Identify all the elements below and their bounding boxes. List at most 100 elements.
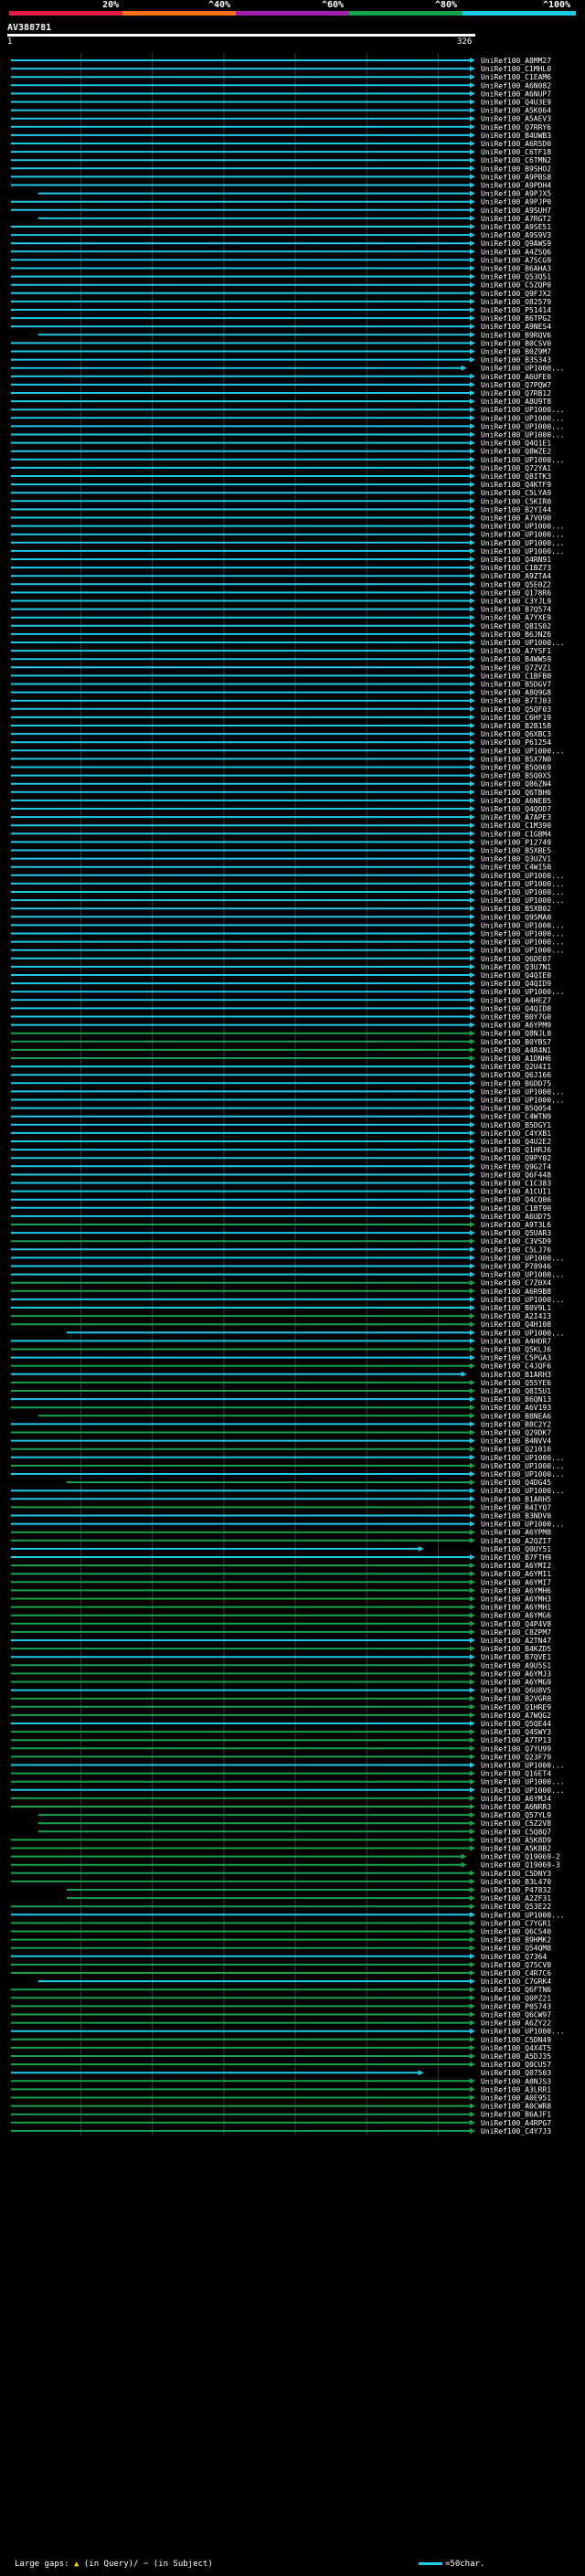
hit-name-link[interactable]: UniRef100_Q0CU57 (481, 2061, 551, 2069)
hit-name-link[interactable]: UniRef100_A6YMI1 (481, 1570, 551, 1578)
hit-name-link[interactable]: UniRef100_B8C2Y2 (481, 1420, 551, 1428)
hit-name-link[interactable]: UniRef100_A1DNH6 (481, 1055, 551, 1063)
hit-name-link[interactable]: UniRef100_Q23F79 (481, 1753, 551, 1761)
hit-name-link[interactable]: UniRef100_Q6XBC3 (481, 730, 551, 738)
hit-name-link[interactable]: UniRef100_C5Q8Q7 (481, 1828, 551, 1836)
hit-name-link[interactable]: UniRef100_B4KZD5 (481, 1645, 551, 1653)
hit-name-link[interactable]: UniRef100_Q9PY02 (481, 1154, 551, 1162)
hit-name-link[interactable]: UniRef100_A9ZTA4 (481, 572, 551, 580)
hit-name-link[interactable]: UniRef100_Q16ET4 (481, 1770, 551, 1778)
hit-name-link[interactable]: UniRef100_B4NVV4 (481, 1437, 551, 1446)
hit-name-link[interactable]: UniRef100_A9S9V3 (481, 231, 551, 239)
hit-name-link[interactable]: UniRef100_C4YXB1 (481, 1129, 551, 1138)
hit-name-link[interactable]: UniRef100_B9SHO2 (481, 164, 551, 173)
hit-name-link[interactable]: UniRef100_C7Z0X4 (481, 1279, 551, 1288)
hit-name-link[interactable]: UniRef100_C6TF18 (481, 148, 551, 156)
hit-name-link[interactable]: UniRef100_UP1000... (481, 1254, 565, 1262)
hit-name-link[interactable]: UniRef100_Q86ZN4 (481, 780, 551, 789)
hit-name-link[interactable]: UniRef100_A2TN47 (481, 1637, 551, 1645)
hit-name-link[interactable]: UniRef100_Q7PQW7 (481, 381, 551, 389)
hit-name-link[interactable]: UniRef100_UP1000... (481, 1487, 565, 1495)
hit-name-link[interactable]: UniRef100_Q4CQ06 (481, 1196, 551, 1204)
hit-name-link[interactable]: UniRef100_A5K064 (481, 107, 551, 115)
hit-name-link[interactable]: UniRef100_UP1000... (481, 1462, 565, 1470)
hit-name-link[interactable]: UniRef100_Q8WZE2 (481, 448, 551, 456)
hit-name-link[interactable]: UniRef100_A6YMI7 (481, 1578, 551, 1586)
hit-name-link[interactable]: UniRef100_C4JQF6 (481, 1362, 551, 1371)
hit-name-link[interactable]: UniRef100_Q7364 (481, 1953, 547, 1961)
hit-name-link[interactable]: UniRef100_UP1000... (481, 1329, 565, 1337)
hit-name-link[interactable]: UniRef100_B9RQV6 (481, 331, 551, 339)
hit-name-link[interactable]: UniRef100_Q95MA0 (481, 913, 551, 921)
hit-name-link[interactable]: UniRef100_A8Q9G8 (481, 689, 551, 697)
hit-name-link[interactable]: UniRef100_UP1000... (481, 1087, 565, 1096)
hit-name-link[interactable]: UniRef100_B5DGY1 (481, 1121, 551, 1129)
hit-name-link[interactable]: UniRef100_B2YI44 (481, 505, 551, 514)
hit-name-link[interactable]: UniRef100_C4R7C6 (481, 1969, 551, 1977)
hit-name-link[interactable]: UniRef100_Q4U3E9 (481, 99, 551, 107)
hit-name-link[interactable]: UniRef100_Q6CW97 (481, 2011, 551, 2019)
hit-name-link[interactable]: UniRef100_Q19069-2 (481, 1853, 560, 1861)
hit-name-link[interactable]: UniRef100_Q6C540 (481, 1928, 551, 1936)
hit-name-link[interactable]: UniRef100_Q6J166 (481, 1071, 551, 1079)
hit-name-link[interactable]: UniRef100_A5K8B2 (481, 1845, 551, 1853)
hit-name-link[interactable]: UniRef100_UP1000... (481, 872, 565, 880)
hit-name-link[interactable]: UniRef100_B7Q574 (481, 606, 551, 614)
hit-name-link[interactable]: UniRef100_Q4P4V8 (481, 1620, 551, 1628)
hit-name-link[interactable]: UniRef100_A6R9B8 (481, 1288, 551, 1296)
hit-name-link[interactable]: UniRef100_Q2U4I1 (481, 1063, 551, 1071)
hit-name-link[interactable]: UniRef100_A7SCG9 (481, 256, 551, 264)
hit-name-link[interactable]: UniRef100_Q4DG45 (481, 1479, 551, 1487)
hit-name-link[interactable]: UniRef100_A6NRR3 (481, 1803, 551, 1811)
hit-name-link[interactable]: UniRef100_A6YMG6 (481, 1612, 551, 1620)
hit-name-link[interactable]: UniRef100_B5X7N0 (481, 755, 551, 763)
hit-name-link[interactable]: UniRef100_C3VSD9 (481, 1237, 551, 1246)
hit-name-link[interactable]: UniRef100_Q55YE6 (481, 1379, 551, 1387)
hit-name-link[interactable]: UniRef100_A7RGT2 (481, 215, 551, 223)
hit-name-link[interactable]: UniRef100_B0YBS7 (481, 1038, 551, 1046)
hit-name-link[interactable]: UniRef100_UP1000... (481, 988, 565, 996)
hit-name-link[interactable]: UniRef100_C1MHL0 (481, 65, 551, 73)
hit-name-link[interactable]: UniRef100_A6R5D0 (481, 140, 551, 148)
hit-name-link[interactable]: UniRef100_Q7RRY6 (481, 123, 551, 132)
hit-name-link[interactable]: UniRef100_Q53E22 (481, 1903, 551, 1911)
hit-name-link[interactable]: UniRef100_C1EAM6 (481, 73, 551, 81)
hit-name-link[interactable]: UniRef100_Q5QE44 (481, 1720, 551, 1728)
hit-name-link[interactable]: UniRef100_Q6DE07 (481, 955, 551, 963)
hit-name-link[interactable]: UniRef100_A7YSF1 (481, 647, 551, 655)
hit-name-link[interactable]: UniRef100_A5K8D9 (481, 1836, 551, 1844)
hit-name-link[interactable]: UniRef100_Q4QOD7 (481, 805, 551, 813)
hit-name-link[interactable]: UniRef100_Q9G2T4 (481, 1162, 551, 1171)
hit-name-link[interactable]: UniRef100_Q07503 (481, 2069, 551, 2077)
hit-name-link[interactable]: UniRef100_UP1000... (481, 747, 565, 755)
hit-name-link[interactable]: UniRef100_B5Q069 (481, 764, 551, 772)
hit-name-link[interactable]: UniRef100_C7GRK4 (481, 1977, 551, 1986)
hit-name-link[interactable]: UniRef100_B5XBE5 (481, 847, 551, 855)
hit-name-link[interactable]: UniRef100_A6YMG9 (481, 1679, 551, 1687)
hit-name-link[interactable]: UniRef100_Q8I5U1 (481, 1387, 551, 1395)
hit-name-link[interactable]: UniRef100_A2I413 (481, 1312, 551, 1320)
hit-name-link[interactable]: UniRef100_Q4U2E2 (481, 1138, 551, 1146)
hit-name-link[interactable]: UniRef100_UP1000... (481, 431, 565, 440)
hit-name-link[interactable]: UniRef100_C4WTN9 (481, 1113, 551, 1121)
hit-name-link[interactable]: UniRef100_Q72YA1 (481, 464, 551, 472)
hit-name-link[interactable]: UniRef100_A0E951 (481, 2094, 551, 2103)
hit-name-link[interactable]: UniRef100_Q7ZVZ1 (481, 663, 551, 672)
hit-name-link[interactable]: UniRef100_Q5QF03 (481, 705, 551, 714)
hit-name-link[interactable]: UniRef100_UP1000... (481, 539, 565, 547)
hit-name-link[interactable]: UniRef100_Q0PZ21 (481, 1994, 551, 2002)
hit-name-link[interactable]: UniRef100_A6YPM8 (481, 1529, 551, 1537)
hit-name-link[interactable]: UniRef100_Q6U8V5 (481, 1687, 551, 1695)
hit-name-link[interactable]: UniRef100_A6NE85 (481, 797, 551, 805)
hit-name-link[interactable]: UniRef100_Q0UY51 (481, 1545, 551, 1553)
hit-name-link[interactable]: UniRef100_A7WQG2 (481, 1712, 551, 1720)
hit-name-link[interactable]: UniRef100_UP1000... (481, 531, 565, 539)
hit-name-link[interactable]: UniRef100_B5XB02 (481, 905, 551, 913)
hit-name-link[interactable]: UniRef100_A0CWR8 (481, 2103, 551, 2111)
hit-name-link[interactable]: UniRef100_A9T3L6 (481, 1221, 551, 1229)
hit-name-link[interactable]: UniRef100_C5Z2V8 (481, 1819, 551, 1828)
hit-name-link[interactable]: UniRef100_C1BFB0 (481, 672, 551, 680)
hit-name-link[interactable]: UniRef100_UP1000... (481, 1296, 565, 1304)
hit-name-link[interactable]: UniRef100_UP1000... (481, 1786, 565, 1795)
hit-name-link[interactable]: UniRef100_C8ZPM7 (481, 1628, 551, 1637)
